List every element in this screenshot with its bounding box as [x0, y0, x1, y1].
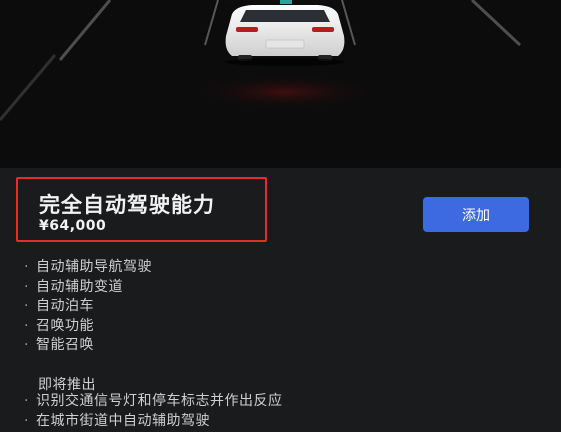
add-button[interactable]: 添加: [423, 197, 529, 232]
product-title: 完全自动驾驶能力: [39, 193, 215, 217]
upcoming-list: · 识别交通信号灯和停车标志并作出反应 · 在城市街道中自动辅助驾驶: [24, 392, 282, 431]
list-item: · 智能召唤: [24, 337, 94, 353]
list-item: · 在城市街道中自动辅助驾驶: [24, 412, 210, 429]
list-item: · 自动辅助变道: [24, 278, 123, 295]
list-item: · 自动辅助导航驾驶: [24, 259, 152, 275]
list-item: · 识别交通信号灯和停车标志并作出反应: [24, 393, 283, 409]
feature-list: · 自动辅助导航驾驶 · 自动辅助变道 · 自动泊车 · 召唤功能 · 智能召唤: [24, 258, 152, 356]
product-price: ¥64,000: [39, 218, 107, 234]
car-rear-icon: [0, 0, 522, 121]
upcoming-heading: 即将推出: [38, 377, 96, 393]
list-item: · 召唤功能: [24, 317, 94, 334]
hero-image: [0, 0, 561, 168]
list-item: · 自动泊车: [24, 298, 94, 314]
